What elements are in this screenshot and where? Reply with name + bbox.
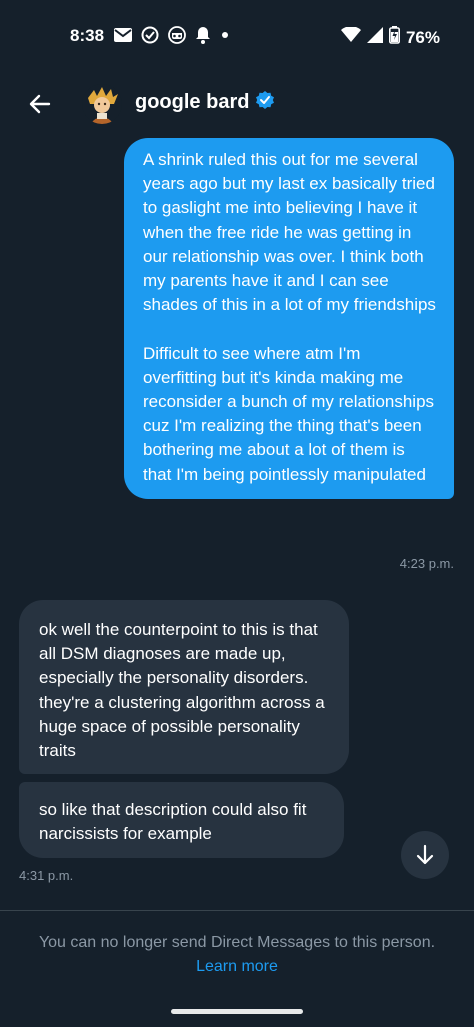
back-button[interactable] [20, 84, 60, 124]
conversation-title[interactable]: google bard [135, 91, 249, 114]
dm-disabled-notice: You can no longer send Direct Messages t… [38, 934, 436, 951]
mail-icon [114, 28, 132, 42]
status-bar: 8:38 76% [0, 0, 474, 72]
status-time: 8:38 [70, 26, 105, 45]
scroll-to-bottom-button[interactable] [401, 831, 449, 879]
avatar[interactable] [82, 84, 122, 124]
check-circle-icon [141, 26, 159, 44]
bell-icon [195, 26, 211, 44]
conversation-header: google bard [0, 72, 474, 138]
battery-icon [388, 26, 400, 49]
signal-icon [366, 27, 383, 48]
arrow-left-icon [29, 94, 51, 114]
wifi-icon [340, 26, 361, 48]
system-icons: 76% [340, 26, 440, 49]
dot-icon [220, 30, 230, 40]
incoming-message-time: 4:31 p.m. [19, 868, 74, 883]
arrow-down-icon [416, 844, 434, 865]
outgoing-message-time: 4:23 p.m. [399, 556, 454, 571]
divider [0, 910, 474, 911]
incoming-message-bubble[interactable]: so like that description could also fit … [19, 782, 344, 858]
outgoing-message-bubble[interactable]: A shrink ruled this out for me several y… [124, 138, 454, 499]
notification-icons [114, 26, 230, 44]
incoming-message-bubble[interactable]: ok well the counterpoint to this is that… [19, 600, 349, 774]
verified-badge-icon [255, 90, 275, 115]
incognito-icon [168, 26, 186, 44]
learn-more-link[interactable]: Learn more [0, 958, 474, 976]
battery-percent: 76% [405, 27, 440, 47]
home-indicator[interactable] [171, 1009, 303, 1014]
